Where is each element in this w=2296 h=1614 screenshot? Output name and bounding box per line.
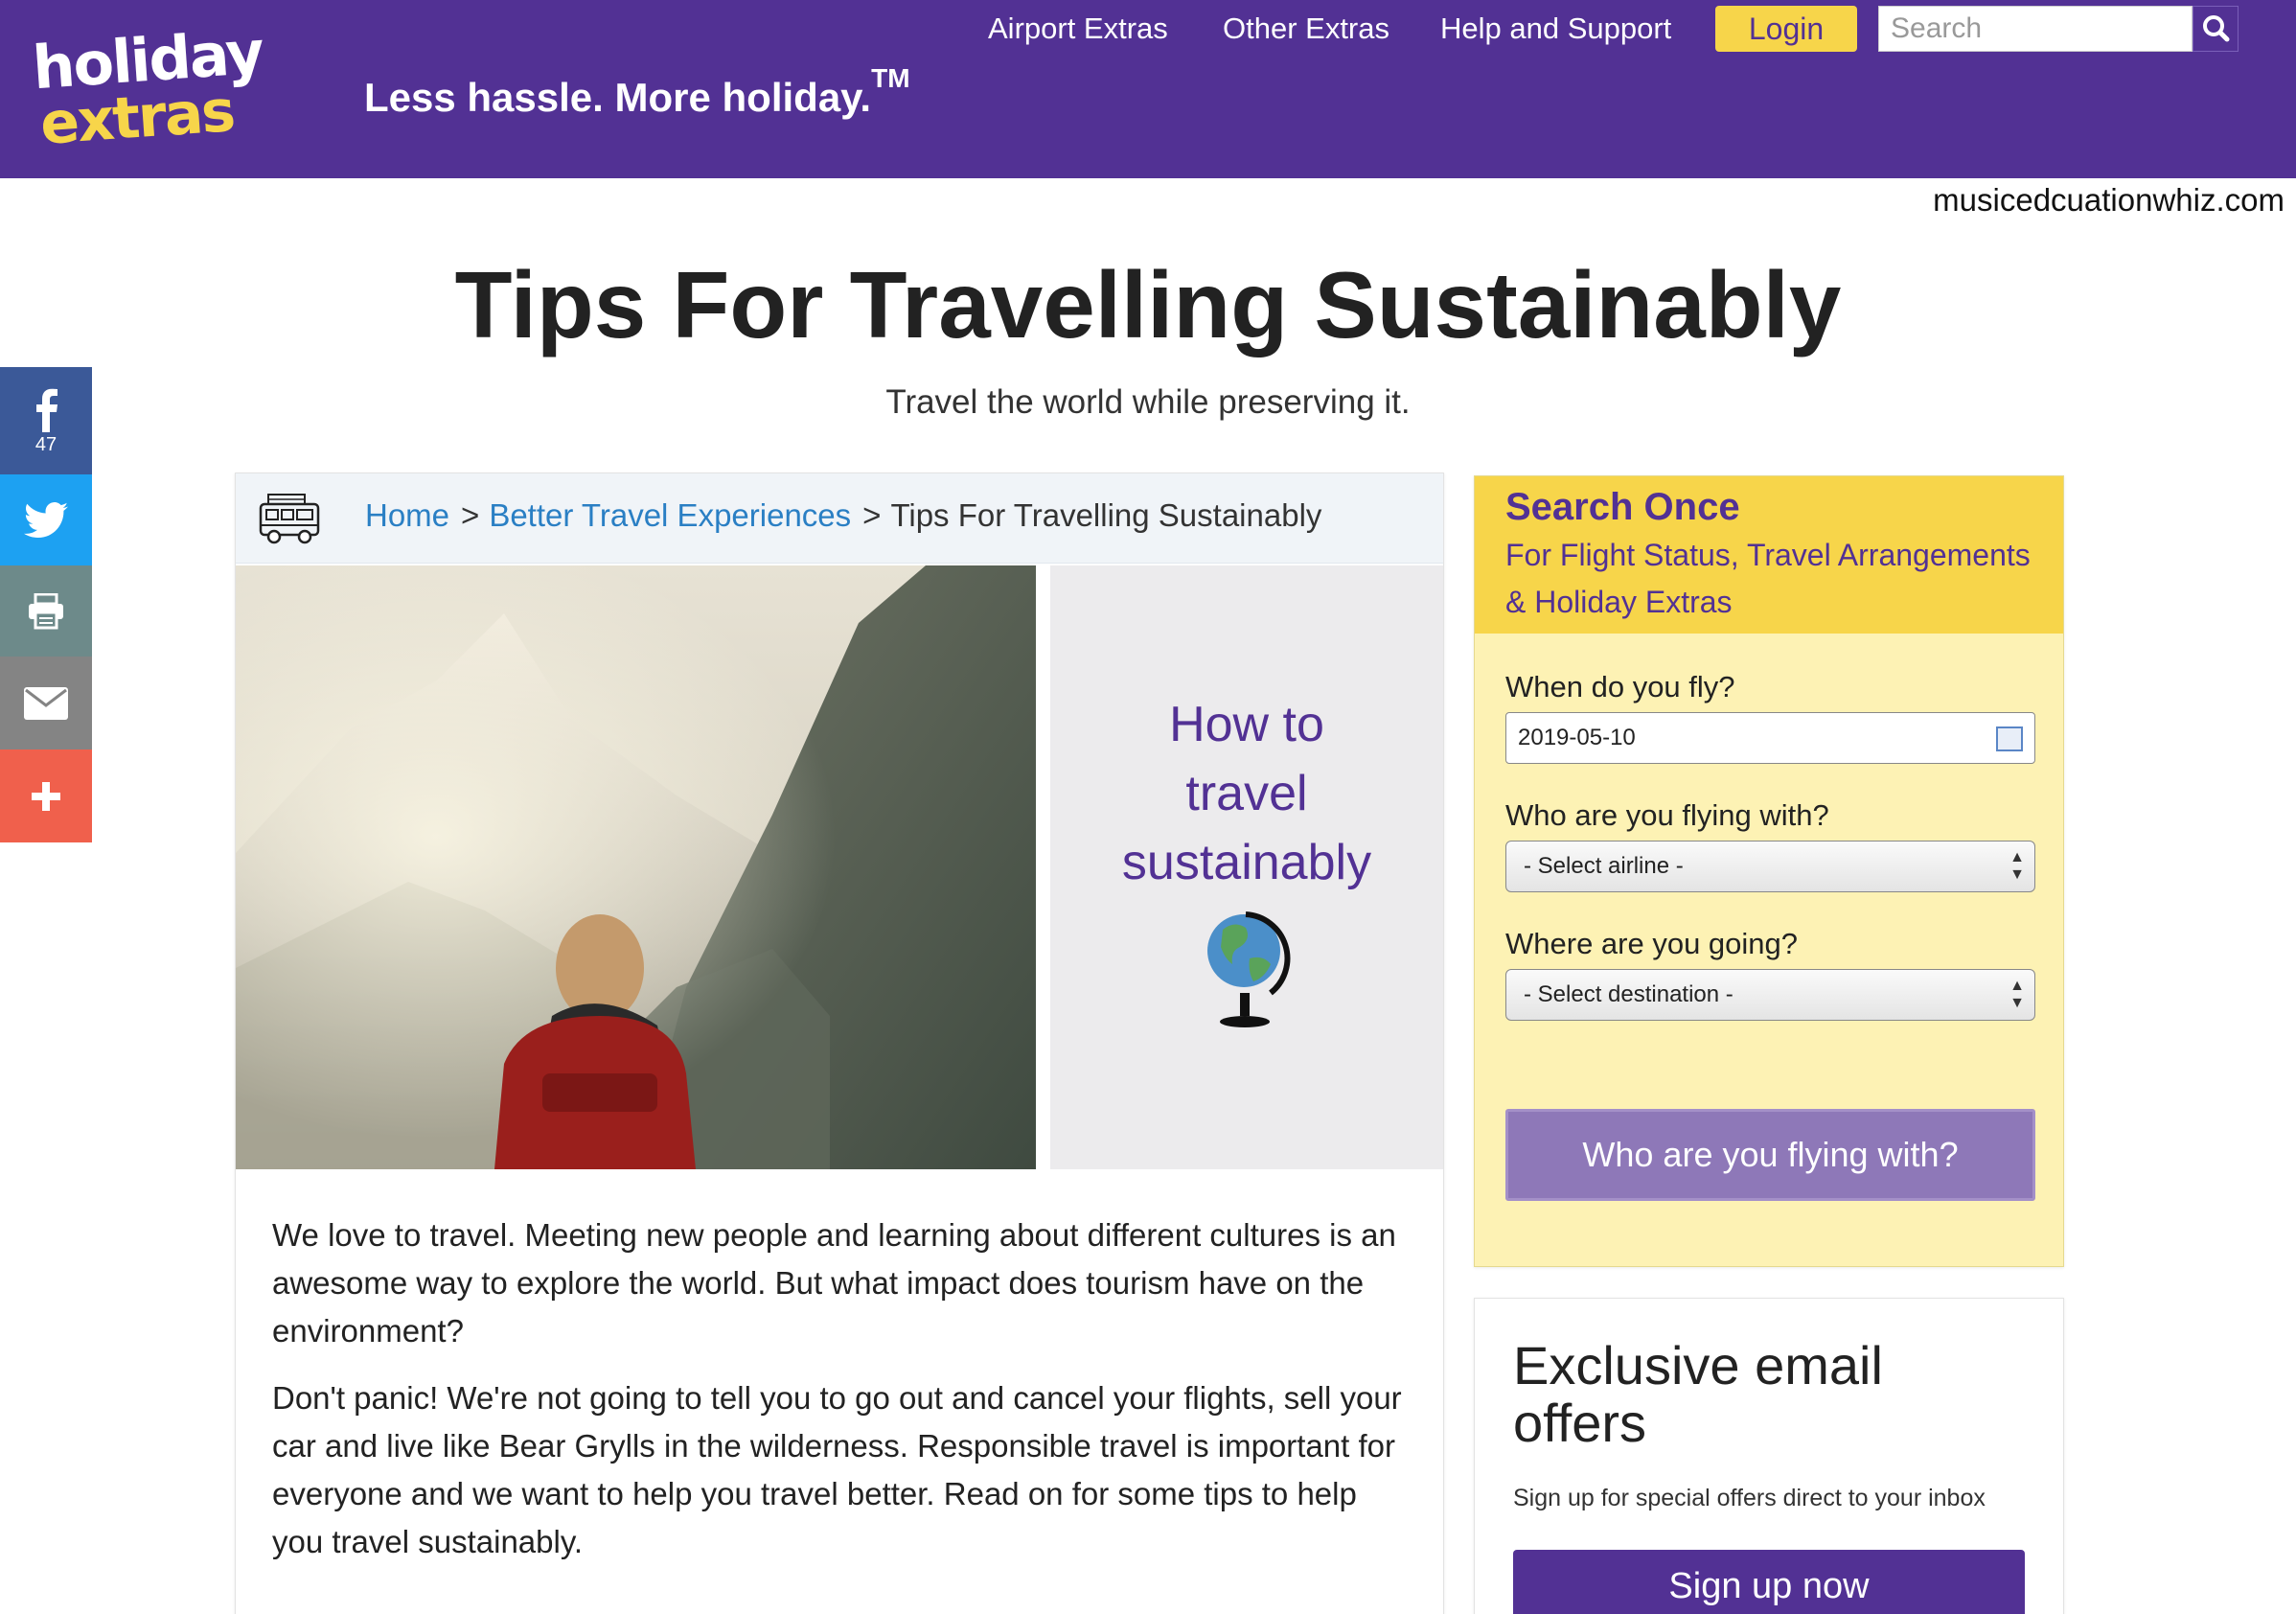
site-tagline: Less hassle. More holiday.TM bbox=[364, 63, 910, 121]
widget-title: Search Once bbox=[1505, 486, 1740, 528]
share-more-button[interactable] bbox=[0, 749, 92, 842]
search-input[interactable] bbox=[1878, 6, 2193, 52]
breadcrumb-category-link[interactable]: Better Travel Experiences bbox=[489, 497, 851, 533]
facebook-share-count: 47 bbox=[34, 433, 57, 455]
article-paragraph: We love to travel. Meeting new people an… bbox=[272, 1217, 1396, 1349]
offers-title: Exclusive email offers bbox=[1513, 1335, 1883, 1453]
fly-date-input[interactable]: 2019-05-10 bbox=[1505, 712, 2035, 764]
trademark-mark: TM bbox=[871, 63, 910, 93]
select-arrows-icon: ▲ ▼ bbox=[2009, 849, 2025, 883]
facebook-icon bbox=[36, 388, 57, 432]
page-title: Tips For Travelling Sustainably bbox=[454, 252, 1842, 357]
widget-subtitle: For Flight Status, Travel Arrangements &… bbox=[1505, 538, 2031, 619]
airline-select-value: - Select airline - bbox=[1524, 853, 1684, 879]
destination-label: Where are you going? bbox=[1505, 927, 1799, 960]
sign-up-button[interactable]: Sign up now bbox=[1513, 1550, 2025, 1614]
mountain-hiker-photo bbox=[236, 565, 1036, 1169]
hero-panel-line: How to bbox=[1169, 697, 1324, 752]
article-body: We love to travel. Meeting new people an… bbox=[272, 1211, 1408, 1585]
hero-panel-line: travel bbox=[1185, 766, 1308, 821]
tagline-text: Less hassle. More holiday. bbox=[364, 75, 872, 120]
login-button[interactable]: Login bbox=[1715, 6, 1857, 52]
offers-text: Sign up for special offers direct to you… bbox=[1513, 1485, 1986, 1511]
logo-extras-text: extras bbox=[37, 78, 237, 158]
nav-airport-extras[interactable]: Airport Extras bbox=[988, 12, 1168, 46]
site-header: holiday extras Less hassle. More holiday… bbox=[0, 0, 2296, 178]
email-offers-card: Exclusive email offers Sign up for speci… bbox=[1474, 1298, 2064, 1614]
breadcrumb-separator: > bbox=[862, 497, 882, 533]
campervan-icon bbox=[259, 494, 320, 544]
holiday-extras-logo[interactable]: holiday extras bbox=[31, 17, 264, 158]
nav-help-support[interactable]: Help and Support bbox=[1440, 12, 1671, 46]
breadcrumb-current: Tips For Travelling Sustainably bbox=[890, 497, 1322, 533]
print-icon bbox=[29, 592, 63, 629]
destination-select-value: - Select destination - bbox=[1524, 981, 1733, 1007]
widget-header: Search Once For Flight Status, Travel Ar… bbox=[1475, 476, 2063, 634]
page-subtitle: Travel the world while preserving it. bbox=[885, 383, 1411, 421]
watermark-text: musicedcuationwhiz.com bbox=[1933, 182, 2285, 218]
select-arrows-icon: ▲ ▼ bbox=[2009, 978, 2025, 1011]
envelope-icon bbox=[24, 686, 68, 720]
article-paragraph: Don't panic! We're not going to tell you… bbox=[272, 1380, 1402, 1559]
article-card: Home > Better Travel Experiences > Tips For … bbox=[235, 473, 1444, 1614]
hero-panel-heading: How to travel sustainably bbox=[1050, 690, 1443, 897]
search-icon bbox=[2203, 15, 2230, 42]
destination-select[interactable]: - Select destination - ▲ ▼ bbox=[1505, 969, 2035, 1021]
share-twitter-button[interactable] bbox=[0, 474, 92, 565]
globe-icon bbox=[1207, 911, 1291, 1027]
search-button[interactable] bbox=[2193, 6, 2239, 52]
hero-panel-line: sustainably bbox=[1121, 835, 1372, 890]
hero-text-panel: How to travel sustainably bbox=[1050, 565, 1443, 1169]
flying-with-button[interactable]: Who are you flying with? bbox=[1505, 1109, 2035, 1201]
hero-banner: How to travel sustainably bbox=[236, 565, 1443, 1169]
mountain-scene-illustration bbox=[236, 565, 1036, 1169]
fly-date-value: 2019-05-10 bbox=[1518, 725, 1636, 750]
breadcrumb-separator: > bbox=[461, 497, 480, 533]
nav-other-extras[interactable]: Other Extras bbox=[1223, 12, 1389, 46]
calendar-icon[interactable] bbox=[1996, 726, 2023, 751]
share-email-button[interactable] bbox=[0, 657, 92, 749]
share-print-button[interactable] bbox=[0, 565, 92, 657]
airline-label: Who are you flying with? bbox=[1505, 798, 1829, 832]
share-facebook-button[interactable]: 47 bbox=[0, 367, 92, 474]
breadcrumb: Home > Better Travel Experiences > Tips For … bbox=[365, 497, 1321, 534]
fly-date-label: When do you fly? bbox=[1505, 670, 1735, 703]
breadcrumb-bar: Home > Better Travel Experiences > Tips For … bbox=[236, 473, 1443, 564]
breadcrumb-home-link[interactable]: Home bbox=[365, 497, 449, 533]
airline-select[interactable]: - Select airline - ▲ ▼ bbox=[1505, 841, 2035, 892]
twitter-icon bbox=[24, 501, 68, 538]
plus-icon bbox=[32, 781, 60, 811]
flight-search-widget: Search Once For Flight Status, Travel Ar… bbox=[1474, 475, 2064, 1267]
